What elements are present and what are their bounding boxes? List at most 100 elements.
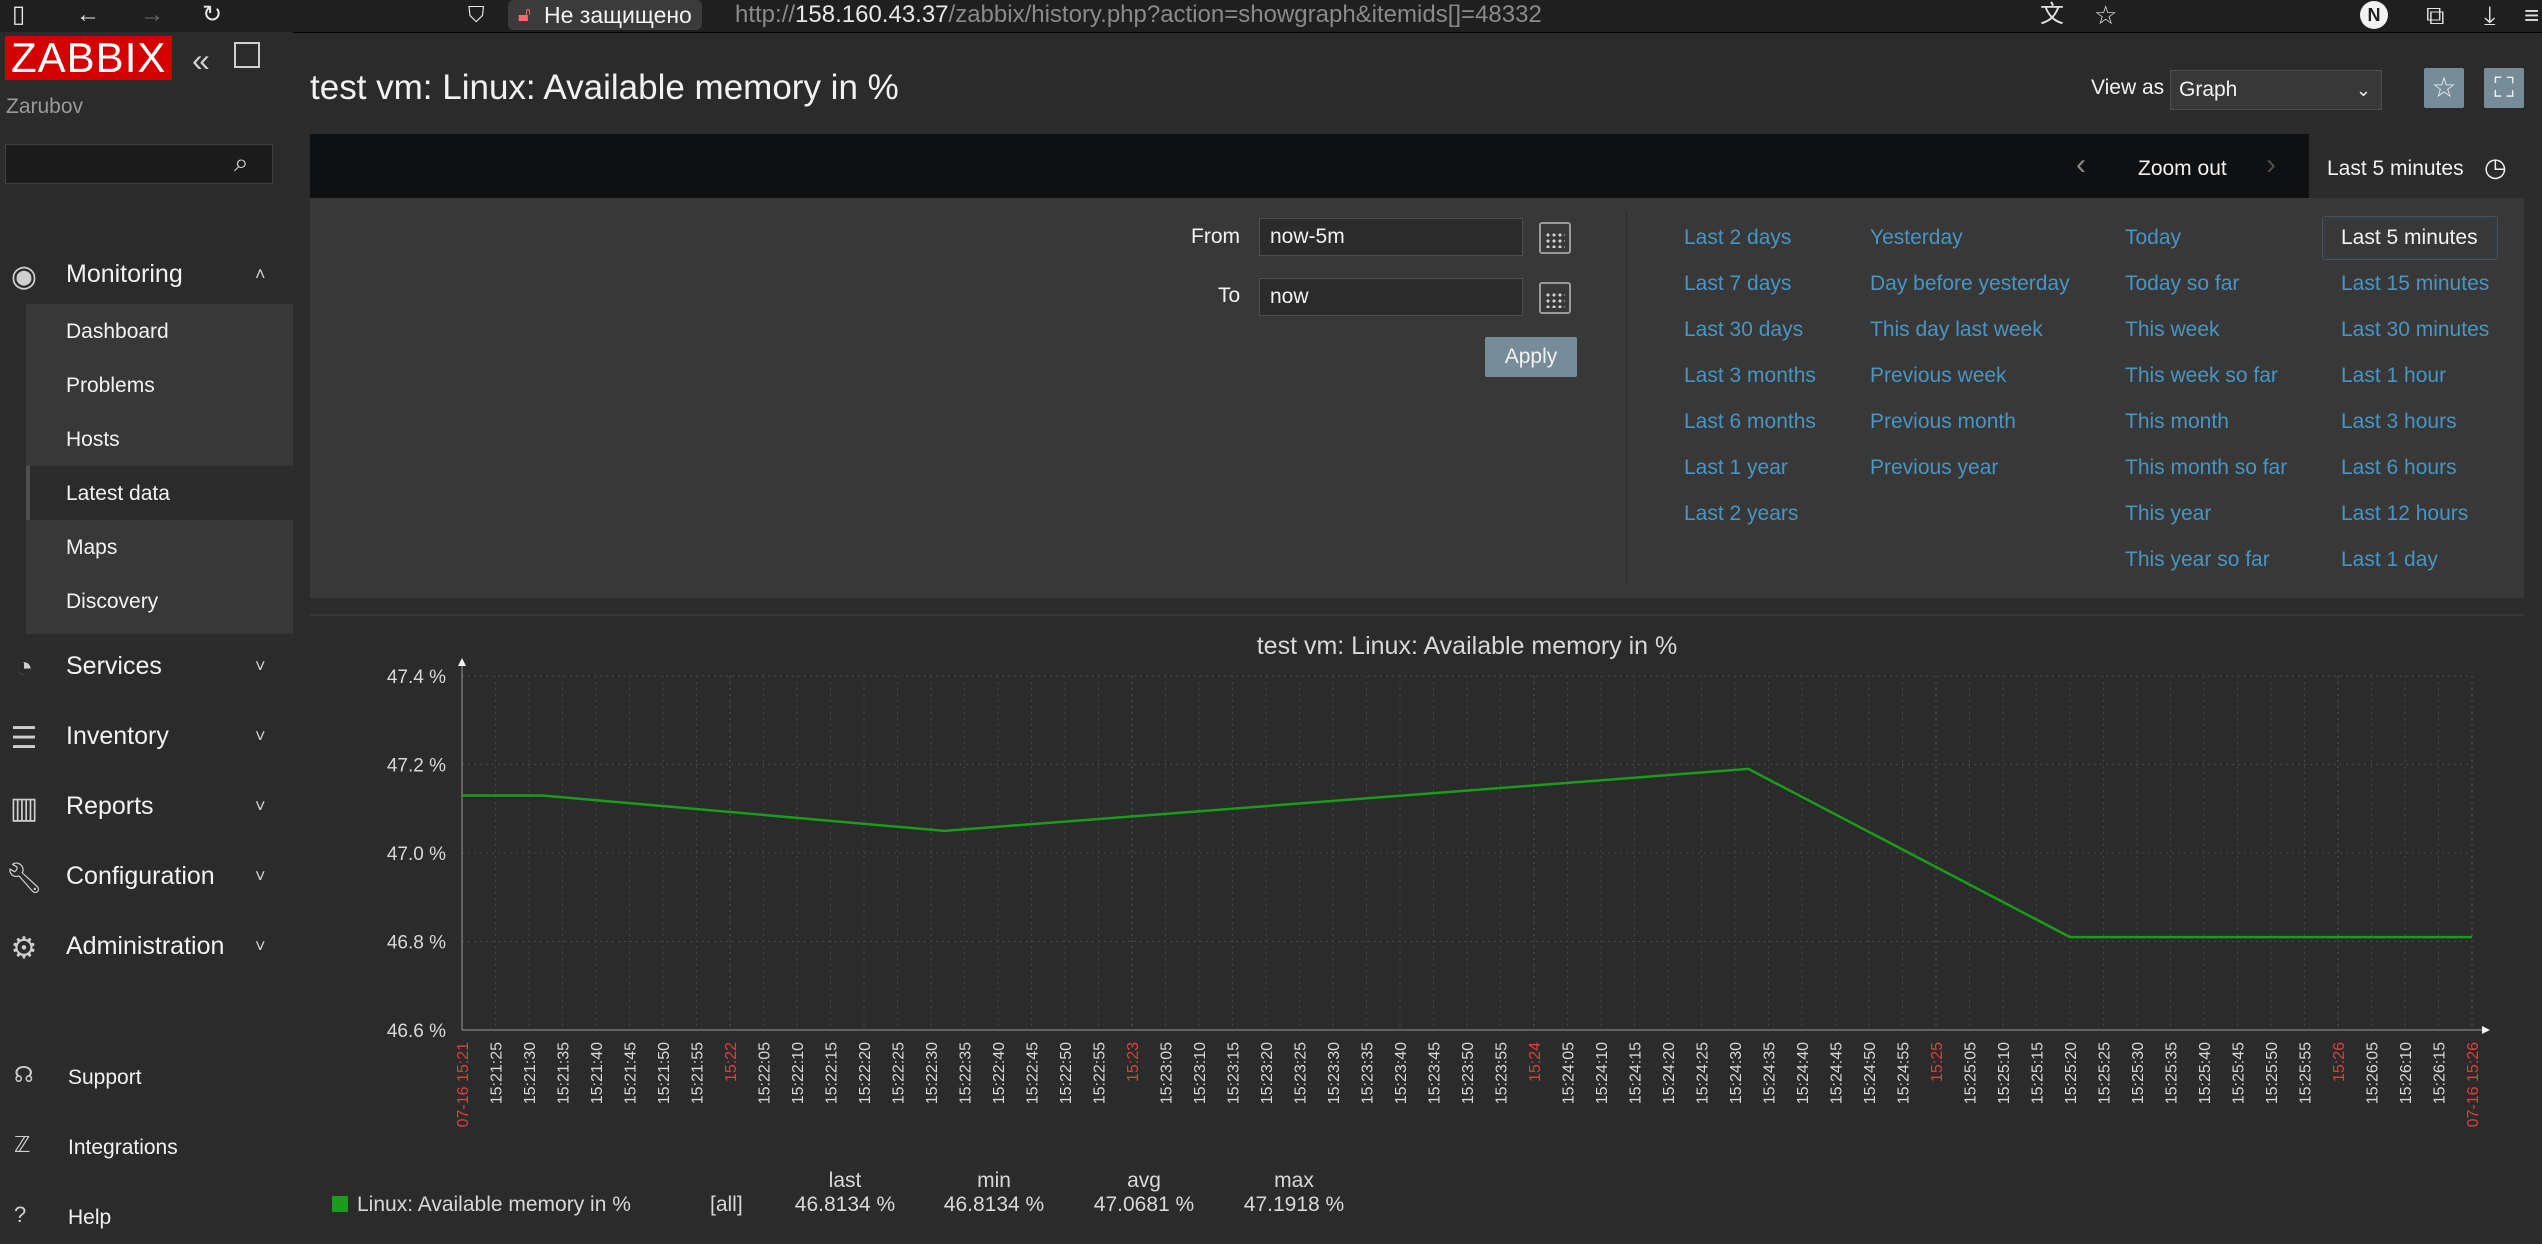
bar-chart-icon: ▥ <box>9 792 39 825</box>
submenu-label: Maps <box>66 536 118 559</box>
graph-title: test vm: Linux: Available memory in % <box>1257 632 1678 660</box>
fullscreen-button[interactable]: ⛶ <box>2484 68 2524 108</box>
quick-range-link[interactable]: Last 12 hours <box>2341 502 2468 526</box>
submenu-label: Latest data <box>66 482 170 505</box>
quick-range-link[interactable]: Last 15 minutes <box>2341 272 2489 296</box>
quick-range-link[interactable]: This day last week <box>1870 318 2043 342</box>
menu-reports[interactable]: ▥ Reports ˅ <box>0 774 293 840</box>
submenu-item-discovery[interactable]: Discovery <box>26 574 293 628</box>
quick-range-link[interactable]: Today <box>2125 226 2181 250</box>
bookmark-star-icon[interactable]: ☆ <box>2094 0 2117 30</box>
quick-range-link[interactable]: This week so far <box>2125 364 2278 388</box>
quick-range-link[interactable]: Last 1 year <box>1684 456 1788 480</box>
menu-configuration-label: Configuration <box>66 862 215 890</box>
quick-range-link[interactable]: Previous month <box>1870 410 2016 434</box>
quick-range-link[interactable]: Last 5 minutes <box>2341 226 2478 250</box>
downloads-icon[interactable]: ⤓ <box>2484 0 2496 30</box>
chevron-down-icon: ˅ <box>255 866 266 886</box>
quick-range-link[interactable]: Previous year <box>1870 456 1998 480</box>
x-tick-label: 15:23:25 <box>1293 1042 1310 1104</box>
shield-icon[interactable]: ⛉ <box>468 2 485 28</box>
back-icon[interactable]: ← <box>76 2 100 28</box>
services-icon: ◔ <box>14 651 34 684</box>
to-input[interactable] <box>1259 278 1523 316</box>
menu-administration-label: Administration <box>66 932 225 960</box>
wrench-icon: 🔧︎ <box>4 862 44 895</box>
quick-range-link[interactable]: Yesterday <box>1870 226 1963 250</box>
fullscreen-icon: ⛶ <box>2494 72 2514 103</box>
search-icon[interactable]: ⌕ <box>234 147 249 179</box>
tab-time-range[interactable]: Last 5 minutes ◷ <box>2309 134 2524 198</box>
reload-icon[interactable]: ↻ <box>202 2 222 28</box>
quick-range-link[interactable]: This month <box>2125 410 2229 434</box>
view-as-select[interactable]: Graph ⌄ <box>2170 70 2382 110</box>
menu-monitoring[interactable]: ◉ Monitoring ˄ <box>0 242 293 308</box>
calendar-icon[interactable] <box>1539 222 1571 254</box>
menu-services[interactable]: ◔ Services ˅ <box>0 634 293 700</box>
sidebar-search-input[interactable] <box>5 144 273 184</box>
zoom-out-button[interactable]: Zoom out <box>2138 157 2227 181</box>
submenu-item-hosts[interactable]: Hosts <box>26 412 293 466</box>
quick-range-link[interactable]: Last 1 day <box>2341 548 2438 572</box>
menu-integrations[interactable]: ℤ Integrations <box>0 1122 293 1172</box>
quick-range-link[interactable]: Last 2 years <box>1684 502 1798 526</box>
address-bar[interactable]: http://158.160.43.37/zabbix/history.php?… <box>735 0 1542 30</box>
translate-icon[interactable]: 文 <box>2040 0 2064 30</box>
legend-header: max <box>1274 1169 1314 1192</box>
x-tick-label: 15:25:40 <box>2197 1042 2214 1104</box>
profile-avatar[interactable]: N <box>2360 1 2388 29</box>
quick-range-link[interactable]: Last 6 hours <box>2341 456 2457 480</box>
collapse-sidebar-icon[interactable]: « <box>192 42 210 79</box>
quick-range-link[interactable]: This year <box>2125 502 2211 526</box>
quick-range-link[interactable]: This week <box>2125 318 2220 342</box>
apply-button[interactable]: Apply <box>1485 337 1577 377</box>
extensions-icon[interactable]: ⧉ <box>2426 0 2445 30</box>
quick-range-link[interactable]: Last 1 hour <box>2341 364 2446 388</box>
submenu-item-maps[interactable]: Maps <box>26 520 293 574</box>
quick-range-link[interactable]: Today so far <box>2125 272 2239 296</box>
quick-range-link[interactable]: Last 30 days <box>1684 318 1803 342</box>
from-input[interactable] <box>1259 218 1523 256</box>
x-tick-label: 15:24:25 <box>1695 1042 1712 1104</box>
quick-range-link[interactable]: Last 3 months <box>1684 364 1816 388</box>
quick-range-link[interactable]: Last 6 months <box>1684 410 1816 434</box>
x-tick-label: 15:22:35 <box>958 1042 975 1104</box>
x-tick-label: 15:23:40 <box>1393 1042 1410 1104</box>
x-tick-label: 15:22:10 <box>790 1042 807 1104</box>
menu-inventory[interactable]: ☰ Inventory ˅ <box>0 704 293 770</box>
x-tick-label: 15:23:10 <box>1192 1042 1209 1104</box>
x-tick-label: 15:23:05 <box>1159 1042 1176 1104</box>
quick-range-link[interactable]: Last 7 days <box>1684 272 1791 296</box>
zabbix-logo[interactable]: ZABBIX <box>5 36 173 80</box>
star-icon: ☆ <box>2431 72 2457 103</box>
menu-administration[interactable]: ⚙ Administration ˅ <box>0 914 293 980</box>
quick-range-link[interactable]: Last 2 days <box>1684 226 1791 250</box>
x-tick-label: 15:22:25 <box>891 1042 908 1104</box>
quick-range-link[interactable]: Last 30 minutes <box>2341 318 2489 342</box>
submenu-item-latest-data[interactable]: Latest data <box>26 466 297 520</box>
quick-range-link[interactable]: Day before yesterday <box>1870 272 2070 296</box>
menu-help[interactable]: ? Help <box>0 1192 293 1242</box>
help-icon: ? <box>14 1202 27 1227</box>
time-shift-forward-icon[interactable]: › <box>2266 148 2276 182</box>
quick-range-link[interactable]: Last 3 hours <box>2341 410 2457 434</box>
quick-range-link[interactable]: Previous week <box>1870 364 2007 388</box>
menu-configuration[interactable]: 🔧︎ Configuration ˅ <box>0 844 293 910</box>
calendar-icon[interactable] <box>1539 282 1571 314</box>
forward-icon[interactable]: → <box>140 2 164 28</box>
x-tick-label: 15:24 <box>1527 1042 1544 1082</box>
add-to-favorites-button[interactable]: ☆ <box>2424 68 2464 108</box>
x-tick-label: 15:25:30 <box>2130 1042 2147 1104</box>
security-indicator[interactable]: 🔓︎ Не защищено <box>508 0 702 30</box>
kiosk-mode-icon[interactable] <box>234 42 260 68</box>
submenu-item-dashboard[interactable]: Dashboard <box>26 304 293 358</box>
quick-range-link[interactable]: This year so far <box>2125 548 2270 572</box>
view-as-label: View as <box>2091 76 2165 99</box>
x-tick-label: 15:24:05 <box>1561 1042 1578 1104</box>
quick-range-link[interactable]: This month so far <box>2125 456 2287 480</box>
sidebar-toggle-icon[interactable]: ▯ <box>12 2 25 28</box>
menu-support[interactable]: ☊ Support <box>0 1052 293 1102</box>
time-shift-back-icon[interactable]: ‹ <box>2076 148 2086 182</box>
submenu-item-problems[interactable]: Problems <box>26 358 293 412</box>
menu-icon[interactable]: ≡ <box>2524 0 2539 30</box>
